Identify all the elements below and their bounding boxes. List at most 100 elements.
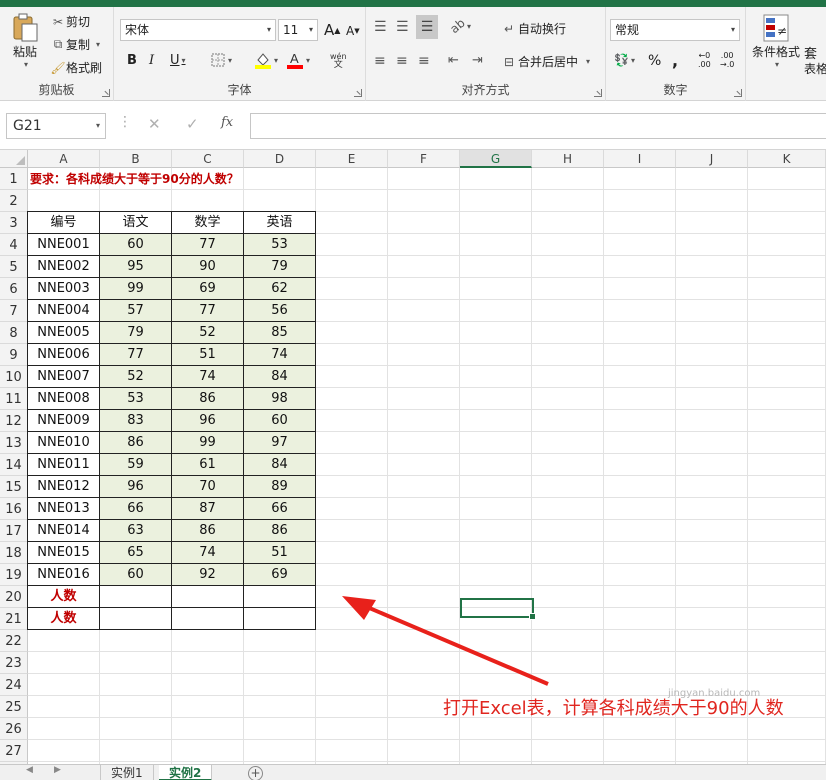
font-color-button[interactable]: A ▾ xyxy=(286,51,310,69)
table-cell[interactable]: 60 xyxy=(100,234,172,256)
table-cell[interactable]: 57 xyxy=(100,300,172,322)
table-cell[interactable]: 74 xyxy=(172,542,244,564)
dialog-launcher-icon[interactable] xyxy=(734,89,742,97)
column-header-j[interactable]: J xyxy=(676,150,748,168)
bold-button[interactable]: B xyxy=(127,53,137,68)
table-cell[interactable]: 53 xyxy=(100,388,172,410)
table-cell[interactable]: 59 xyxy=(100,454,172,476)
row-header-8[interactable]: 8 xyxy=(0,322,28,344)
row-header-23[interactable]: 23 xyxy=(0,652,28,674)
table-cell[interactable]: 79 xyxy=(244,256,316,278)
comma-style-button[interactable]: , xyxy=(672,51,678,70)
row-header-2[interactable]: 2 xyxy=(0,190,28,212)
table-cell[interactable]: 66 xyxy=(100,498,172,520)
row-header-24[interactable]: 24 xyxy=(0,674,28,696)
row-header-1[interactable]: 1 xyxy=(0,168,28,190)
row-header-3[interactable]: 3 xyxy=(0,212,28,234)
table-cell[interactable]: 92 xyxy=(172,564,244,586)
font-name-select[interactable]: 宋体 ▾ xyxy=(120,19,276,41)
table-cell[interactable]: NNE001 xyxy=(28,234,100,256)
table-cell[interactable]: 86 xyxy=(244,520,316,542)
table-cell[interactable]: 86 xyxy=(172,520,244,542)
table-cell[interactable]: 62 xyxy=(244,278,316,300)
column-header-e[interactable]: E xyxy=(316,150,388,168)
percent-button[interactable]: % xyxy=(648,53,661,69)
table-cell[interactable]: 74 xyxy=(172,366,244,388)
table-cell[interactable]: 96 xyxy=(100,476,172,498)
table-cell[interactable]: 97 xyxy=(244,432,316,454)
table-cell[interactable]: NNE003 xyxy=(28,278,100,300)
table-cell[interactable]: 98 xyxy=(244,388,316,410)
table-cell[interactable]: 60 xyxy=(100,564,172,586)
count-label-cell[interactable]: 人数 xyxy=(28,608,100,630)
column-header-a[interactable]: A xyxy=(28,150,100,168)
wrap-text-button[interactable]: ↵ 自动换行 xyxy=(500,20,566,37)
copy-button[interactable]: ⧉ 复制 ▾ xyxy=(50,36,100,53)
table-cell[interactable]: NNE006 xyxy=(28,344,100,366)
row-header-18[interactable]: 18 xyxy=(0,542,28,564)
table-cell[interactable]: 87 xyxy=(172,498,244,520)
table-cell[interactable]: 60 xyxy=(244,410,316,432)
count-label-cell[interactable]: 人数 xyxy=(28,586,100,608)
row-header-20[interactable]: 20 xyxy=(0,586,28,608)
table-cell[interactable]: NNE016 xyxy=(28,564,100,586)
table-cell[interactable]: 51 xyxy=(244,542,316,564)
merge-center-button[interactable]: ⊟ 合并后居中 ▾ xyxy=(500,53,590,70)
column-header-g[interactable]: G xyxy=(460,150,532,168)
table-cell[interactable]: 90 xyxy=(172,256,244,278)
spreadsheet-grid[interactable]: ABCDEFGHIJK 1 2 3 4 5 6 7 8 9 10 11 12 13 14 15 16 17 18 1… xyxy=(0,150,826,764)
table-cell[interactable]: NNE014 xyxy=(28,520,100,542)
paste-button[interactable]: 粘贴 ▾ xyxy=(8,13,42,69)
table-cell[interactable]: NNE005 xyxy=(28,322,100,344)
italic-button[interactable]: I xyxy=(149,53,154,68)
dialog-launcher-icon[interactable] xyxy=(102,89,110,97)
column-header-k[interactable]: K xyxy=(748,150,826,168)
count-result-cell[interactable] xyxy=(100,586,172,608)
table-cell[interactable]: 77 xyxy=(100,344,172,366)
table-cell[interactable]: 69 xyxy=(244,564,316,586)
row-header-26[interactable]: 26 xyxy=(0,718,28,740)
drag-handle-icon[interactable]: ⋮ xyxy=(118,114,132,130)
table-cell[interactable]: NNE007 xyxy=(28,366,100,388)
table-cell[interactable]: NNE009 xyxy=(28,410,100,432)
row-header-22[interactable]: 22 xyxy=(0,630,28,652)
row-header-13[interactable]: 13 xyxy=(0,432,28,454)
table-cell[interactable]: 74 xyxy=(244,344,316,366)
conditional-format-button[interactable]: ≠ 条件格式 ▾ xyxy=(752,13,800,69)
cut-button[interactable]: ✂ 剪切 xyxy=(50,13,90,30)
row-header-16[interactable]: 16 xyxy=(0,498,28,520)
number-format-select[interactable]: 常规 ▾ xyxy=(610,19,740,41)
column-header-h[interactable]: H xyxy=(532,150,604,168)
task-title[interactable]: 要求：各科成绩大于等于90分的人数？ xyxy=(30,168,239,190)
column-header-d[interactable]: D xyxy=(244,150,316,168)
table-header-cell[interactable]: 语文 xyxy=(100,212,172,234)
row-header-4[interactable]: 4 xyxy=(0,234,28,256)
next-sheet-icon[interactable]: ▶ xyxy=(54,765,61,775)
cancel-button[interactable]: ✕ xyxy=(148,115,161,133)
count-result-cell[interactable] xyxy=(100,608,172,630)
table-cell[interactable]: 99 xyxy=(172,432,244,454)
table-cell[interactable]: 79 xyxy=(100,322,172,344)
row-header-27[interactable]: 27 xyxy=(0,740,28,762)
table-cell[interactable]: NNE008 xyxy=(28,388,100,410)
row-header-17[interactable]: 17 xyxy=(0,520,28,542)
grow-font-button[interactable]: A ▲ xyxy=(324,21,340,39)
table-cell[interactable]: 69 xyxy=(172,278,244,300)
table-cell[interactable]: 89 xyxy=(244,476,316,498)
table-cell[interactable]: NNE004 xyxy=(28,300,100,322)
row-header-10[interactable]: 10 xyxy=(0,366,28,388)
row-header-19[interactable]: 19 xyxy=(0,564,28,586)
count-result-cell[interactable] xyxy=(244,586,316,608)
table-cell[interactable]: 63 xyxy=(100,520,172,542)
table-cell[interactable]: NNE015 xyxy=(28,542,100,564)
confirm-button[interactable]: ✓ xyxy=(186,115,199,133)
row-header-15[interactable]: 15 xyxy=(0,476,28,498)
align-center-button[interactable]: ≡ xyxy=(396,53,408,69)
table-cell[interactable]: 83 xyxy=(100,410,172,432)
table-header-cell[interactable]: 数学 xyxy=(172,212,244,234)
table-cell[interactable]: 86 xyxy=(172,388,244,410)
table-cell[interactable]: 66 xyxy=(244,498,316,520)
row-header-11[interactable]: 11 xyxy=(0,388,28,410)
select-all-button[interactable] xyxy=(0,150,28,168)
tab-sheet-1[interactable]: 实例1 xyxy=(100,765,154,780)
